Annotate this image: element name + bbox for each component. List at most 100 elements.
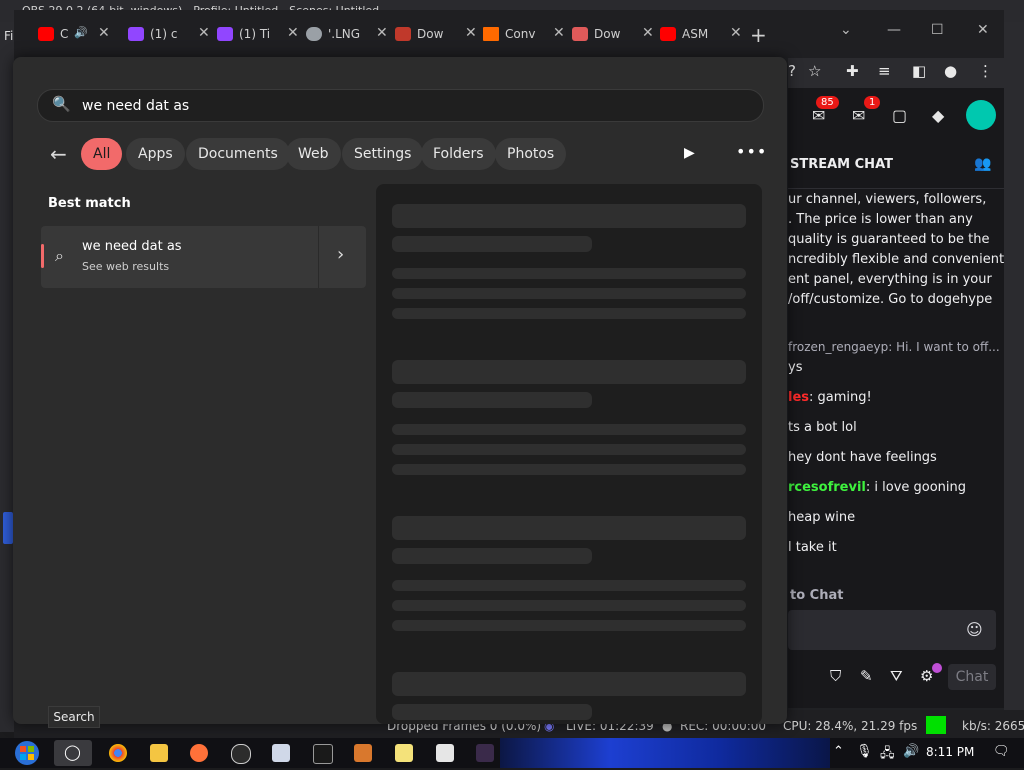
- download-site-icon: [572, 27, 588, 41]
- selection-indicator: [41, 244, 44, 268]
- close-tab-icon[interactable]: ✕: [730, 25, 742, 41]
- loading-placeholder: [392, 360, 746, 384]
- menu-kebab-icon[interactable]: ⋮: [978, 62, 993, 80]
- new-tab-button[interactable]: +: [750, 23, 767, 47]
- chat-message: ent panel, everything is in your: [788, 272, 992, 287]
- more-options-icon[interactable]: •••: [736, 142, 767, 161]
- chevron-up-icon[interactable]: ⌃: [833, 744, 844, 759]
- obs-file-menu[interactable]: Fi: [4, 29, 13, 43]
- chat-send-button[interactable]: Chat: [948, 664, 996, 690]
- close-tab-icon[interactable]: ✕: [98, 25, 110, 41]
- notepad-icon[interactable]: [395, 744, 413, 762]
- emote-picker-icon[interactable]: ☺: [966, 620, 983, 639]
- chat-message: frozen_rengaeyp: Hi. I want to off...: [788, 340, 1000, 354]
- start-button[interactable]: [10, 740, 44, 766]
- close-window-icon[interactable]: ✕: [977, 22, 989, 38]
- obs-icon[interactable]: [231, 744, 251, 764]
- best-match-heading: Best match: [48, 196, 131, 211]
- search-box[interactable]: 🔍: [37, 89, 764, 122]
- filter-apps[interactable]: Apps: [126, 138, 185, 170]
- notifications-icon[interactable]: 🗨: [993, 744, 1010, 759]
- search-tooltip: Search: [48, 706, 100, 728]
- twitch-icon: [217, 27, 233, 41]
- filter-all[interactable]: All: [81, 138, 123, 170]
- search-icon: ⌕: [55, 246, 64, 265]
- loading-placeholder: [392, 516, 746, 540]
- chevron-right-icon[interactable]: ›: [337, 244, 344, 265]
- file-explorer-icon[interactable]: [150, 744, 168, 762]
- twitch-icon: [128, 27, 144, 41]
- filter-web[interactable]: Web: [286, 138, 341, 170]
- inbox-icon[interactable]: ✉: [852, 106, 865, 125]
- chat-username[interactable]: rcesofrevil: [788, 480, 866, 495]
- loading-placeholder: [392, 288, 746, 299]
- filter-documents[interactable]: Documents: [186, 138, 290, 170]
- loading-placeholder: [392, 704, 592, 720]
- loading-placeholder: [392, 392, 592, 408]
- download-site-icon: [395, 27, 411, 41]
- cpu-status: CPU: 28.4%, 21.29 fps: [783, 719, 918, 733]
- pen-icon[interactable]: ✎: [860, 667, 873, 685]
- chevron-down-icon[interactable]: ⌄: [840, 22, 852, 38]
- close-tab-icon[interactable]: ✕: [553, 25, 565, 41]
- inbox-count-badge: 1: [864, 96, 881, 109]
- maximize-icon[interactable]: ☐: [931, 22, 944, 38]
- firefox-icon[interactable]: [190, 744, 208, 762]
- chat-message: quality is guaranteed to be the: [788, 232, 990, 247]
- bookmark-star-icon[interactable]: ☆: [808, 62, 821, 80]
- chat-message: ts a bot lol: [788, 420, 857, 435]
- desktop-wallpaper-strip: [500, 738, 830, 768]
- loading-placeholder: [392, 308, 746, 319]
- close-tab-icon[interactable]: ✕: [287, 25, 299, 41]
- speaker-icon[interactable]: 🔊: [74, 26, 88, 39]
- result-divider: [318, 226, 319, 288]
- 7zip-icon[interactable]: [436, 744, 454, 762]
- filter-folders[interactable]: Folders: [421, 138, 496, 170]
- chat-input[interactable]: ☺: [788, 610, 996, 650]
- filter-photos[interactable]: Photos: [495, 138, 567, 170]
- volume-icon[interactable]: 🔊: [903, 744, 919, 759]
- sidebar-icon[interactable]: ◧: [912, 62, 926, 80]
- network-icon[interactable]: 🖧: [880, 744, 895, 766]
- convert-site-icon: [483, 27, 499, 41]
- terminal-icon[interactable]: [313, 744, 333, 764]
- avatar[interactable]: [966, 100, 996, 130]
- minimize-icon[interactable]: —: [887, 22, 901, 38]
- close-tab-icon[interactable]: ✕: [465, 25, 477, 41]
- prime-crown-icon[interactable]: ◆: [932, 106, 944, 125]
- windows-logo-icon: [15, 741, 39, 765]
- microphone-icon[interactable]: 🎙: [856, 744, 873, 759]
- profile-icon[interactable]: ●: [944, 62, 957, 80]
- close-tab-icon[interactable]: ✕: [642, 25, 654, 41]
- bitrate-status: kb/s: 2665: [962, 719, 1024, 733]
- media-control-icon[interactable]: ≡: [878, 62, 891, 80]
- settings-dot-icon: [932, 663, 942, 673]
- community-icon[interactable]: 👥: [974, 156, 991, 172]
- shield-icon[interactable]: ⛉: [830, 667, 841, 685]
- chat-input-label: to Chat: [790, 588, 844, 603]
- back-arrow-icon[interactable]: ←: [50, 142, 67, 166]
- chrome-icon[interactable]: [109, 744, 127, 762]
- photos-app-icon[interactable]: [272, 744, 290, 762]
- chat-username[interactable]: les: [788, 390, 809, 405]
- loading-placeholder: [392, 268, 746, 279]
- obs-control-button[interactable]: [3, 512, 13, 544]
- close-tab-icon[interactable]: ✕: [198, 25, 210, 41]
- close-tab-icon[interactable]: ✕: [376, 25, 388, 41]
- app-icon[interactable]: [476, 744, 494, 762]
- clock[interactable]: 8:11 PM: [926, 745, 974, 759]
- loading-placeholder: [392, 580, 746, 591]
- web-preview-pane: [376, 184, 762, 724]
- search-input[interactable]: [80, 93, 734, 119]
- obs-right-panel: [1004, 22, 1024, 732]
- extensions-icon[interactable]: ✚: [846, 62, 859, 80]
- best-match-result[interactable]: ⌕ we need dat as See web results ›: [41, 226, 366, 288]
- obs-left-panel: Fi: [0, 22, 14, 732]
- play-icon[interactable]: ▶: [684, 145, 695, 161]
- app-icon[interactable]: [354, 744, 372, 762]
- share-icon[interactable]: ?: [788, 62, 796, 80]
- loading-placeholder: [392, 236, 592, 252]
- filter-settings[interactable]: Settings: [342, 138, 424, 170]
- whispers-icon[interactable]: ▢: [892, 106, 907, 125]
- cart-icon[interactable]: ⛛: [890, 667, 903, 685]
